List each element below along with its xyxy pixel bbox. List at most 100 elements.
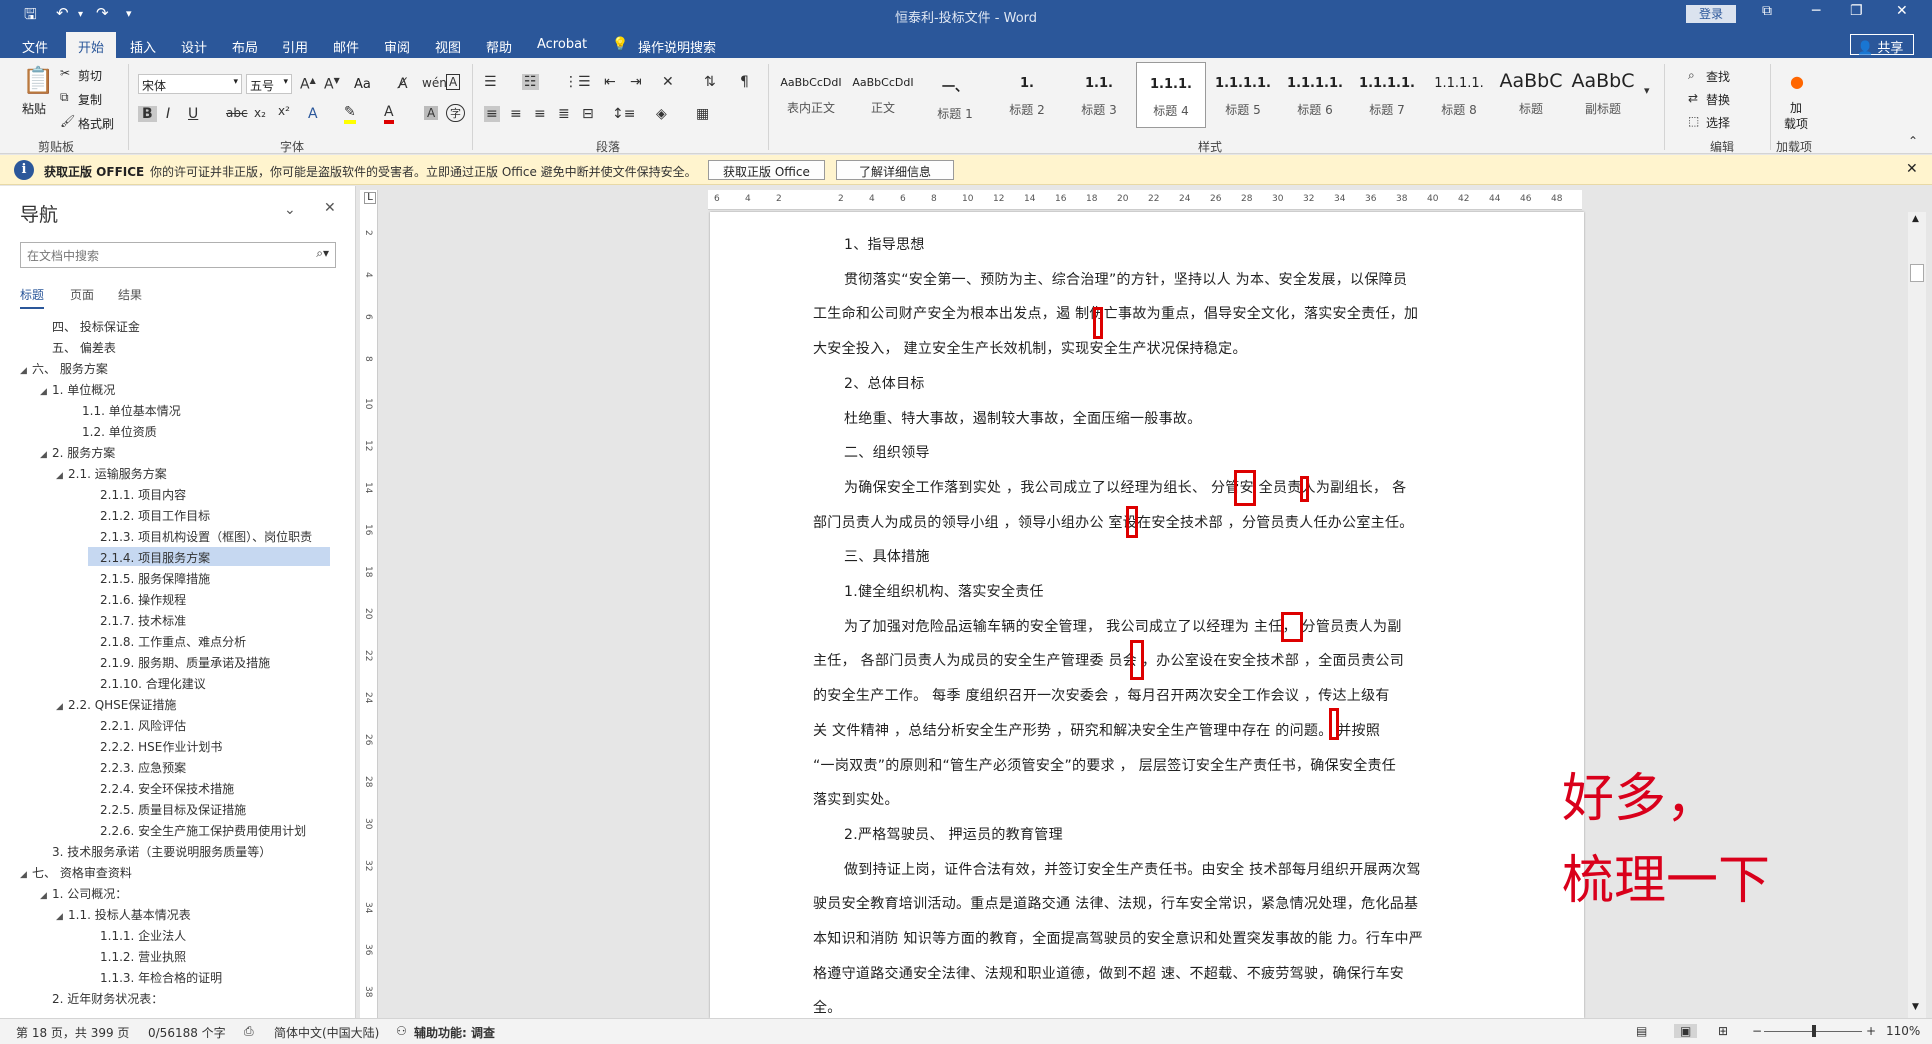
collapse-triangle-icon[interactable]: ◢: [40, 387, 52, 397]
nav-heading-item[interactable]: 2.1.9. 服务期、质量承诺及措施: [88, 652, 270, 671]
document-line[interactable]: 本知识和消防 知识等方面的教育，全面提高驾驶员的安全意识和处置突发事故的能 力。…: [813, 928, 1423, 948]
paste-icon[interactable]: 📋: [22, 66, 54, 96]
tab-pages[interactable]: 页面: [70, 286, 94, 303]
web-layout-icon[interactable]: ⊞: [1718, 1024, 1728, 1038]
nav-heading-item[interactable]: ◢ 六、 服务方案: [20, 358, 108, 377]
copy-icon[interactable]: ⧉: [60, 90, 69, 105]
nav-heading-item[interactable]: 2.2.1. 风险评估: [88, 715, 186, 734]
nav-heading-item[interactable]: ◢ 1.1. 投标人基本情况表: [56, 904, 191, 923]
font-color-icon[interactable]: A: [384, 104, 394, 124]
accessibility-status[interactable]: 辅助功能: 调查: [414, 1024, 495, 1041]
scroll-down-icon[interactable]: ▼: [1912, 1002, 1919, 1012]
enclose-char-icon[interactable]: 字: [446, 104, 465, 122]
search-icon[interactable]: ⌕▾: [316, 246, 329, 261]
change-case-button[interactable]: Aa: [354, 77, 371, 92]
style-subtitle[interactable]: AaBbC 副标题: [1568, 62, 1638, 128]
nav-heading-item[interactable]: 2.1.10. 合理化建议: [88, 673, 206, 692]
chevron-down-icon[interactable]: ⌄: [284, 202, 296, 218]
accessibility-icon[interactable]: ⚇: [396, 1024, 407, 1038]
document-line[interactable]: 格遵守道路交通安全法律、法规和职业道德，做到不超 速、不超载、不疲劳驾驶，确保行…: [813, 963, 1404, 983]
replace-icon[interactable]: ⇄: [1688, 91, 1698, 105]
char-border-icon[interactable]: A: [446, 74, 461, 90]
format-painter-icon[interactable]: 🖌: [60, 114, 75, 128]
styles-more-icon[interactable]: ▾: [1644, 84, 1650, 97]
style-title[interactable]: AaBbC 标题: [1496, 62, 1566, 128]
text-effects-icon[interactable]: A: [308, 106, 318, 122]
document-line[interactable]: 落实到实处。: [813, 789, 899, 809]
copy-button[interactable]: 复制: [78, 91, 102, 108]
nav-heading-item[interactable]: 1.1. 单位基本情况: [70, 400, 181, 419]
document-line[interactable]: 贯彻落实“安全第一、预防为主、综合治理”的方针，坚持以人 为本、安全发展，以保障…: [844, 269, 1407, 289]
nav-heading-item[interactable]: 2.2.6. 安全生产施工保护费用使用计划: [88, 820, 306, 839]
tab-design[interactable]: 设计: [181, 37, 207, 56]
sort-icon[interactable]: ⇅: [704, 74, 716, 90]
style-heading2[interactable]: 1. 标题 2: [992, 62, 1062, 128]
document-line[interactable]: 的安全生产工作。 每季 度组织召开一次安委会 ，每月召开两次安全工作会议 ，传达…: [813, 685, 1390, 705]
select-button[interactable]: 选择: [1706, 114, 1730, 131]
tab-insert[interactable]: 插入: [130, 37, 156, 56]
ribbon-display-icon[interactable]: ⧉: [1762, 3, 1772, 19]
document-line[interactable]: 做到持证上岗，证件合法有效，并签订安全生产责任书。由安全 技术部每月组织开展两次…: [844, 859, 1421, 879]
addins-icon[interactable]: ●: [1790, 72, 1804, 91]
document-line[interactable]: 杜绝重、特大事故，遏制较大事故，全面压缩一般事故。: [844, 408, 1202, 428]
bullets-icon[interactable]: ☰: [484, 74, 497, 90]
nav-heading-item[interactable]: ◢ 1. 公司概况：: [40, 883, 127, 902]
zoom-slider-thumb[interactable]: [1812, 1025, 1816, 1037]
superscript-icon[interactable]: x²: [278, 104, 290, 118]
document-line[interactable]: 二、组织领导: [844, 442, 930, 462]
multilevel-list-icon[interactable]: ⋮☰: [564, 74, 591, 90]
style-heading1[interactable]: 一、 标题 1: [920, 62, 990, 128]
nav-heading-item[interactable]: 2.2.5. 质量目标及保证措施: [88, 799, 246, 818]
style-heading3[interactable]: 1.1. 标题 3: [1064, 62, 1134, 128]
share-button[interactable]: 👤 共享: [1850, 34, 1914, 56]
collapse-ribbon-icon[interactable]: ⌃: [1908, 134, 1918, 148]
style-heading7[interactable]: 1.1.1.1. 标题 7: [1352, 62, 1422, 128]
tell-me-search[interactable]: 操作说明搜索: [638, 37, 716, 56]
find-icon[interactable]: ⌕: [1688, 68, 1695, 83]
cut-button[interactable]: 剪切: [78, 67, 102, 84]
decrease-indent-icon[interactable]: ⇤: [604, 74, 616, 90]
align-left-icon[interactable]: ≡: [484, 106, 500, 122]
nav-heading-item[interactable]: 2.2.2. HSE作业计划书: [88, 736, 222, 755]
distributed-icon[interactable]: ⊟: [582, 106, 594, 122]
maximize-icon[interactable]: ❐: [1850, 3, 1863, 19]
lightbulb-icon[interactable]: 💡: [612, 37, 628, 52]
nav-heading-item[interactable]: ◢ 七、 资格审查资料: [20, 862, 132, 881]
tab-results[interactable]: 结果: [118, 286, 142, 303]
clear-format-icon[interactable]: A̸: [398, 76, 408, 92]
addins-button[interactable]: 加 载项: [1784, 100, 1808, 132]
chinese-layout-icon[interactable]: ✕: [662, 74, 674, 90]
zoom-in-icon[interactable]: +: [1866, 1024, 1876, 1038]
tab-layout[interactable]: 布局: [232, 37, 258, 56]
vertical-scrollbar[interactable]: ▲ ▼: [1908, 212, 1926, 1018]
justify-icon[interactable]: ≣: [558, 106, 570, 122]
tab-review[interactable]: 审阅: [384, 37, 410, 56]
nav-search-input[interactable]: 在文档中搜索 ⌕▾: [20, 242, 336, 268]
document-line[interactable]: 部门员责人为成员的领导小组 ，领导小组办公 室设在安全技术部 ，分管员责人任办公…: [813, 512, 1414, 532]
char-shading-icon[interactable]: A: [424, 106, 439, 120]
nav-heading-item[interactable]: 3. 技术服务承诺（主要说明服务质量等）: [40, 841, 271, 860]
page-count[interactable]: 第 18 页，共 399 页: [16, 1024, 129, 1041]
document-line[interactable]: 关 文件精神 ，总结分析安全生产形势 ，研究和解决安全生产管理中存在 的问题。 …: [813, 720, 1380, 740]
tab-references[interactable]: 引用: [282, 37, 308, 56]
zoom-level[interactable]: 110%: [1886, 1024, 1920, 1038]
align-right-icon[interactable]: ≡: [534, 106, 546, 122]
tab-home[interactable]: 开始: [66, 32, 117, 58]
shading-icon[interactable]: ◈: [656, 106, 667, 122]
shrink-font-icon[interactable]: A▼: [324, 76, 340, 93]
nav-heading-item[interactable]: 2.1.8. 工作重点、难点分析: [88, 631, 246, 650]
font-size-select[interactable]: 五号 ▾: [246, 74, 292, 94]
bold-icon[interactable]: B: [138, 106, 157, 122]
tab-mailings[interactable]: 邮件: [333, 37, 359, 56]
get-genuine-button[interactable]: 获取正版 Office: [708, 160, 825, 180]
nav-heading-item[interactable]: 2.1.4. 项目服务方案: [88, 547, 330, 566]
nav-heading-item[interactable]: 2. 近年财务状况表：: [40, 988, 163, 1007]
document-line[interactable]: 全。: [813, 997, 842, 1017]
collapse-triangle-icon[interactable]: ◢: [20, 366, 32, 376]
tab-file[interactable]: 文件: [22, 37, 48, 56]
document-line[interactable]: 大安全投入， 建立安全生产长效机制，实现安全生产状况保持稳定。: [813, 338, 1247, 358]
learn-more-button[interactable]: 了解详细信息: [836, 160, 955, 180]
word-count[interactable]: 0/56188 个字: [148, 1024, 226, 1041]
nav-heading-item[interactable]: ◢ 2. 服务方案: [40, 442, 115, 461]
style-heading8[interactable]: 1.1.1.1. 标题 8: [1424, 62, 1494, 128]
